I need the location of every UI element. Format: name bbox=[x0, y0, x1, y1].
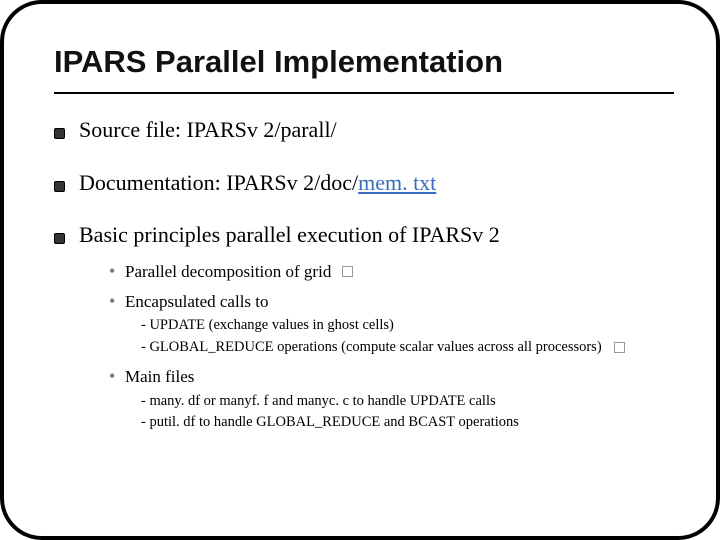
bullet-label: Basic principles parallel execution of I… bbox=[79, 222, 500, 247]
bullet-text: Documentation: IPARSv 2/doc/mem. txt bbox=[79, 169, 674, 198]
dash-text: - GLOBAL_REDUCE operations (compute scal… bbox=[141, 337, 602, 359]
bullet-text: Source file: IPARSv 2/parall/ bbox=[79, 116, 674, 145]
dash-text: - putil. df to handle GLOBAL_REDUCE and … bbox=[141, 412, 519, 434]
dash-line: - many. df or manyf. f and manyc. c to h… bbox=[141, 391, 674, 413]
placeholder-box-icon bbox=[342, 266, 353, 277]
placeholder-box-icon bbox=[614, 342, 625, 353]
bullet-item: Documentation: IPARSv 2/doc/mem. txt bbox=[54, 169, 674, 198]
dash-group: - UPDATE (exchange values in ghost cells… bbox=[141, 315, 674, 359]
dash-line: - GLOBAL_REDUCE operations (compute scal… bbox=[141, 337, 674, 359]
dash-text: - UPDATE (exchange values in ghost cells… bbox=[141, 315, 394, 337]
title-underline bbox=[54, 92, 674, 94]
dash-group: - many. df or manyf. f and manyc. c to h… bbox=[141, 391, 674, 435]
slide-frame: IPARS Parallel Implementation Source fil… bbox=[0, 0, 720, 540]
main-bullet-list: Source file: IPARSv 2/parall/ Documentat… bbox=[54, 116, 674, 440]
bullet-item: Source file: IPARSv 2/parall/ bbox=[54, 116, 674, 145]
square-bullet-icon bbox=[54, 128, 65, 139]
dash-line: - putil. df to handle GLOBAL_REDUCE and … bbox=[141, 412, 674, 434]
dash-line: - UPDATE (exchange values in ghost cells… bbox=[141, 315, 674, 337]
bullet-prefix: Documentation: IPARSv 2/doc/ bbox=[79, 170, 358, 195]
sub-item: Main files - many. df or manyf. f and ma… bbox=[109, 365, 674, 434]
sub-item: Encapsulated calls to - UPDATE (exchange… bbox=[109, 290, 674, 359]
slide-title: IPARS Parallel Implementation bbox=[54, 44, 674, 80]
sub-item-text: Main files bbox=[125, 367, 194, 386]
sub-item-text: Parallel decomposition of grid bbox=[125, 262, 331, 281]
doc-link[interactable]: mem. txt bbox=[358, 170, 436, 195]
sub-item-text: Encapsulated calls to bbox=[125, 292, 269, 311]
square-bullet-icon bbox=[54, 233, 65, 244]
bullet-text: Basic principles parallel execution of I… bbox=[79, 221, 674, 440]
sub-item: Parallel decomposition of grid bbox=[109, 260, 674, 284]
dash-text: - many. df or manyf. f and manyc. c to h… bbox=[141, 391, 496, 413]
bullet-item: Basic principles parallel execution of I… bbox=[54, 221, 674, 440]
square-bullet-icon bbox=[54, 181, 65, 192]
sub-bullet-list: Parallel decomposition of grid Encapsula… bbox=[79, 260, 674, 434]
